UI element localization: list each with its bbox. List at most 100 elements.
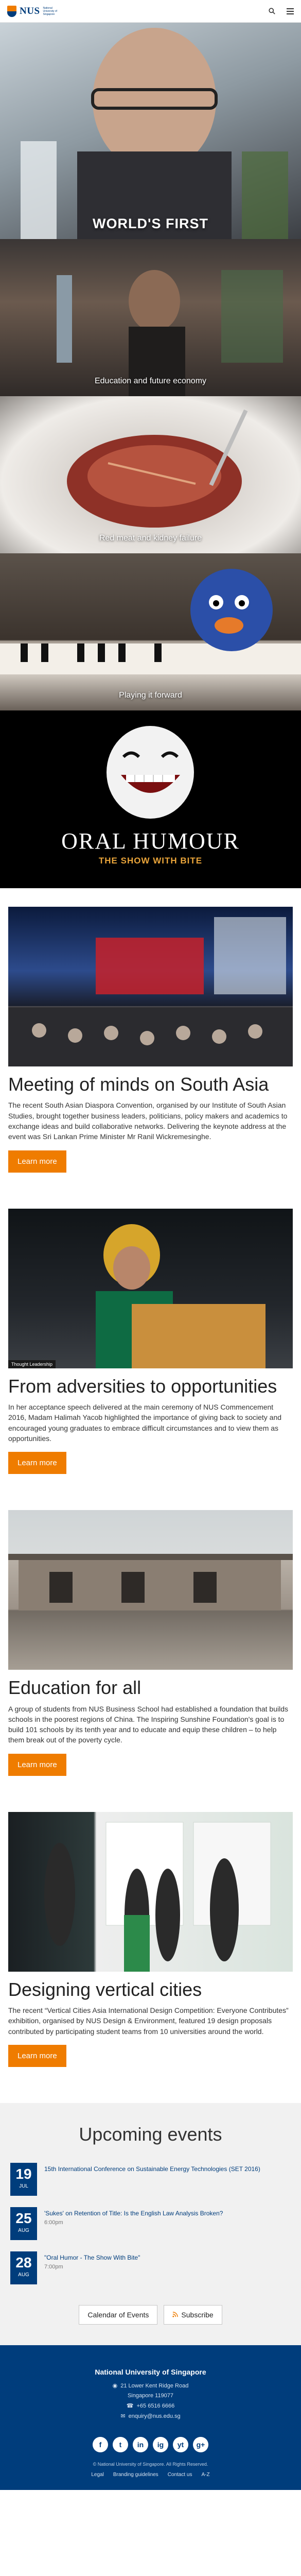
address-line-2: Singapore 119077 [127, 2393, 174, 2399]
event-month: AUG [18, 2228, 29, 2234]
site-footer: National University of Singapore ◉ 21 Lo… [0, 2345, 301, 2490]
event-month: JUL [19, 2183, 28, 2190]
article-body: A group of students from NUS Business Sc… [8, 1704, 289, 1744]
subscribe-button-label: Subscribe [181, 2311, 214, 2319]
event-date: 19 JUL [10, 2163, 37, 2196]
rss-icon [172, 2311, 179, 2319]
article-adversities: Thought Leadership From adversities to o… [8, 1208, 293, 1475]
article-image[interactable] [8, 1510, 293, 1670]
event-title[interactable]: "Oral Humor - The Show With Bite" [44, 2253, 140, 2262]
learn-more-button[interactable]: Learn more [8, 1753, 66, 1776]
laughing-face-icon [107, 726, 194, 819]
article-south-asia: Meeting of minds on South Asia The recen… [8, 907, 293, 1173]
calendar-of-events-button[interactable]: Calendar of Events [79, 2305, 158, 2325]
footer-link-legal[interactable]: Legal [91, 2472, 103, 2478]
footer-link-label: Contact us [167, 2472, 192, 2478]
article-title: Meeting of minds on South Asia [8, 1074, 269, 1095]
news-articles: Meeting of minds on South Asia The recen… [0, 888, 301, 2067]
event-item[interactable]: 28 AUG "Oral Humor - The Show With Bite"… [8, 2251, 293, 2285]
event-day: 25 [15, 2210, 32, 2227]
promo-title: ORAL HUMOUR [61, 828, 240, 854]
article-title: Education for all [8, 1677, 141, 1699]
oral-humour-promo[interactable]: ORAL HUMOUR THE SHOW WITH BITE [0, 710, 301, 888]
hero-banner[interactable]: WORLD'S FIRST [0, 23, 301, 239]
facebook-icon[interactable]: f [93, 2437, 108, 2453]
logo-wordmark: NUS [20, 6, 40, 17]
copyright: © National University of Singapore. All … [93, 2462, 208, 2467]
footer-link-a-z[interactable]: A-Z [202, 2472, 210, 2478]
event-month: AUG [18, 2272, 29, 2278]
address-line-1: 21 Lower Kent Ridge Road [120, 2382, 189, 2389]
top-bar: NUS National University of Singapore [0, 0, 301, 23]
logo-text: NUS [20, 5, 40, 16]
footer-address: ◉ 21 Lower Kent Ridge Road [8, 2382, 293, 2389]
tile-caption: Playing it forward [119, 691, 182, 700]
event-item[interactable]: 19 JUL 15th International Conference on … [8, 2163, 293, 2196]
footer-email[interactable]: ✉ enquiry@nus.edu.sg [8, 2413, 293, 2420]
footer-link-contact[interactable]: Contact us [168, 2472, 192, 2478]
linkedin-icon[interactable]: in [133, 2437, 148, 2453]
footer-link-branding[interactable]: Branding guidelines [113, 2472, 158, 2478]
article-body: The recent South Asian Diaspora Conventi… [8, 1101, 288, 1141]
article-title: Designing vertical cities [8, 1978, 202, 2000]
twitter-icon[interactable]: t [113, 2437, 128, 2453]
footer-phone[interactable]: ☎ +65 6516 6666 [8, 2402, 293, 2410]
event-date: 28 AUG [10, 2251, 37, 2285]
event-time: 6:00pm [44, 2219, 63, 2226]
article-education-for-all: Education for all A group of students fr… [8, 1510, 293, 1776]
footer-link-label: Legal [91, 2472, 104, 2478]
events-title: Upcoming events [79, 2124, 222, 2145]
footer-address-2: Singapore 119077 [8, 2393, 293, 2399]
calendar-button-label: Calendar of Events [87, 2311, 149, 2319]
menu-icon[interactable] [287, 8, 294, 14]
phone-icon: ☎ [126, 2403, 134, 2410]
tile-caption: Education and future economy [94, 377, 207, 385]
article-body: The recent “Vertical Cities Asia Interna… [8, 2006, 289, 2036]
crest-icon [7, 5, 16, 17]
village-school-image [8, 1554, 293, 1611]
subscribe-button[interactable]: Subscribe [164, 2305, 222, 2325]
event-title[interactable]: 15th International Conference on Sustain… [44, 2165, 260, 2173]
learn-more-button[interactable]: Learn more [8, 2045, 66, 2067]
googleplus-icon[interactable]: g+ [193, 2437, 208, 2453]
event-title[interactable]: 'Sukes' on Retention of Title: Is the En… [44, 2209, 223, 2217]
article-image[interactable]: Thought Leadership [8, 1208, 293, 1368]
footer-link-label: Branding guidelines [113, 2472, 158, 2478]
youtube-icon[interactable]: yt [173, 2437, 188, 2453]
search-icon[interactable] [269, 8, 275, 14]
convention-stage-image [8, 917, 293, 1066]
article-image[interactable] [8, 1811, 293, 1972]
social-links: f t in ig yt g+ [8, 2437, 293, 2453]
feature-tile-playing-forward[interactable]: Playing it forward [0, 553, 301, 710]
article-image[interactable] [8, 907, 293, 1066]
hero-caption: WORLD'S FIRST [93, 216, 208, 231]
feature-tile-red-meat[interactable]: Red meat and kidney failure [0, 396, 301, 553]
event-day: 19 [15, 2166, 32, 2182]
article-title: From adversities to opportunities [8, 1375, 277, 1397]
upcoming-events: Upcoming events 19 JUL 15th Internationa… [0, 2103, 301, 2346]
nus-logo[interactable]: NUS National University of Singapore [7, 5, 61, 17]
speaker-podium-image [96, 1224, 265, 1368]
article-body: In her acceptance speech delivered at th… [8, 1402, 282, 1443]
exhibition-image [44, 1822, 271, 1972]
phone-number: +65 6516 6666 [136, 2402, 175, 2409]
learn-more-button[interactable]: Learn more [8, 1150, 66, 1173]
feature-image [57, 270, 283, 396]
tile-caption: Red meat and kidney failure [99, 534, 202, 543]
event-item[interactable]: 25 AUG 'Sukes' on Retention of Title: Is… [8, 2207, 293, 2241]
footer-link-label: A-Z [201, 2472, 210, 2478]
email-icon: ✉ [120, 2413, 126, 2420]
steak-image [67, 409, 248, 528]
piano-image [0, 569, 301, 674]
event-time: 7:00pm [44, 2264, 63, 2270]
feature-tile-education[interactable]: Education and future economy [0, 239, 301, 396]
email-address: enquiry@nus.edu.sg [128, 2413, 181, 2419]
learn-more-button[interactable]: Learn more [8, 1452, 66, 1475]
footer-links: Legal Branding guidelines Contact us A-Z [8, 2472, 293, 2478]
category-badge: Thought Leadership [8, 1360, 56, 1368]
footer-org-name: National University of Singapore [95, 2368, 206, 2377]
instagram-icon[interactable]: ig [153, 2437, 168, 2453]
event-day: 28 [15, 2255, 32, 2271]
article-vertical-cities: Designing vertical cities The recent “Ve… [8, 1811, 293, 2067]
event-date: 25 AUG [10, 2207, 37, 2241]
